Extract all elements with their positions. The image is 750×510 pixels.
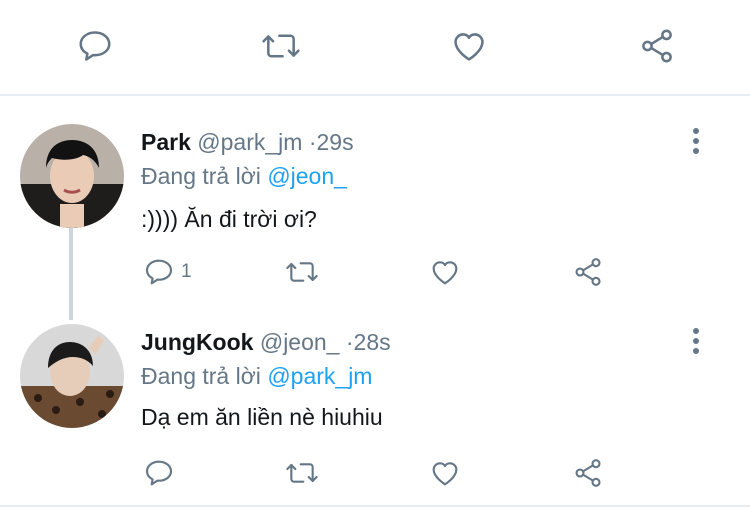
retweet-button[interactable] [284,457,320,489]
avatar-jungkook[interactable] [20,324,124,428]
replying-to: Đang trả lời @park_jm [141,362,372,390]
reply-header: Park @park_jm ·29s [141,128,354,156]
mention-link[interactable]: @park_jm [267,363,372,389]
top-divider [0,94,750,96]
retweet-icon [286,262,318,282]
retweet-button[interactable] [284,256,320,288]
like-icon [432,261,458,285]
retweet-icon [286,463,318,483]
like-icon [432,462,458,486]
replying-prefix: Đang trả lời [141,163,261,189]
like-button[interactable] [429,457,461,489]
separator: · [345,329,354,355]
share-icon [575,258,601,286]
like-button[interactable] [429,256,461,288]
reply-header: JungKook @jeon_ ·28s [141,328,391,356]
reply-text: :)))) Ăn đi trời ơi? [141,206,317,232]
top-action-bar [0,0,750,92]
reply-icon [145,259,173,285]
display-name[interactable]: JungKook [141,329,253,355]
display-name[interactable]: Park [141,129,191,155]
reply-button[interactable]: 1 [143,256,192,288]
reply-icon [145,460,173,486]
more-options-icon[interactable] [686,328,706,354]
replying-prefix: Đang trả lời [141,363,261,389]
retweet-icon[interactable] [260,27,302,65]
thread-line [69,228,73,320]
reply-icon[interactable] [76,27,114,65]
timestamp[interactable]: 29s [316,129,353,155]
more-options-icon[interactable] [686,128,706,154]
share-icon [575,459,601,487]
reply-button[interactable] [143,457,181,489]
share-button[interactable] [572,457,604,489]
share-button[interactable] [572,256,604,288]
replying-to: Đang trả lời @jeon_ [141,162,347,190]
reply-count: 1 [181,261,192,282]
like-icon[interactable] [450,27,488,65]
handle[interactable]: @jeon_ [260,329,340,355]
handle[interactable]: @park_jm [197,129,302,155]
avatar-park[interactable] [20,124,124,228]
timestamp[interactable]: 28s [354,329,391,355]
bottom-divider [0,505,750,507]
share-icon[interactable] [638,27,676,65]
mention-link[interactable]: @jeon_ [267,163,347,189]
reply-text: Dạ em ăn liền nè hiuhiu [141,404,383,430]
